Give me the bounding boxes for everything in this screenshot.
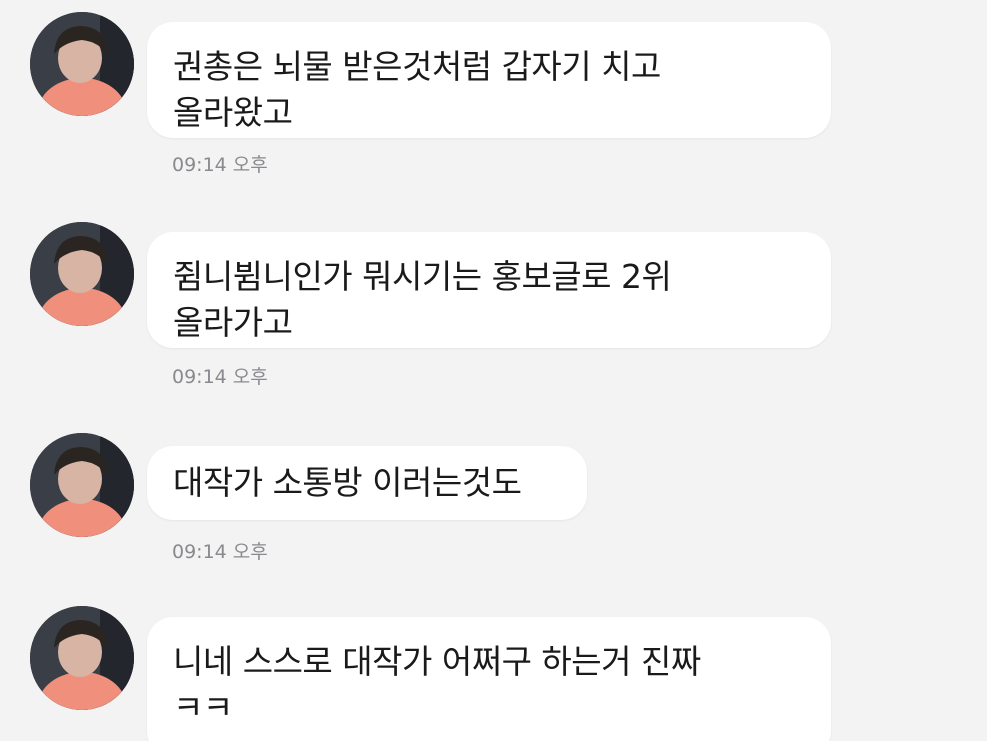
avatar[interactable] <box>30 433 134 537</box>
message-timestamp: 09:14 오후 <box>172 154 268 176</box>
avatar[interactable] <box>30 12 134 116</box>
avatar-photo-icon <box>30 222 134 326</box>
message-bubble[interactable]: 대작가 소통방 이러는것도 <box>147 446 587 520</box>
avatar-photo-icon <box>30 12 134 116</box>
message-timestamp: 09:14 오후 <box>172 541 268 563</box>
message-bubble[interactable]: 쥠니뷤니인가 뭐시기는 홍보글로 2위 올라가고 <box>147 232 831 348</box>
message-timestamp: 09:14 오후 <box>172 366 268 388</box>
avatar[interactable] <box>30 222 134 326</box>
message-bubble[interactable]: 니네 스스로 대작가 어쩌구 하는거 진짜 ㅋㅋ <box>147 617 831 741</box>
avatar[interactable] <box>30 606 134 710</box>
avatar-photo-icon <box>30 606 134 710</box>
avatar-photo-icon <box>30 433 134 537</box>
chat-view: 권총은 뇌물 받은것처럼 갑자기 치고 올라왔고 09:14 오후 쥠니뷤니인가… <box>0 0 987 741</box>
message-bubble[interactable]: 권총은 뇌물 받은것처럼 갑자기 치고 올라왔고 <box>147 22 831 138</box>
